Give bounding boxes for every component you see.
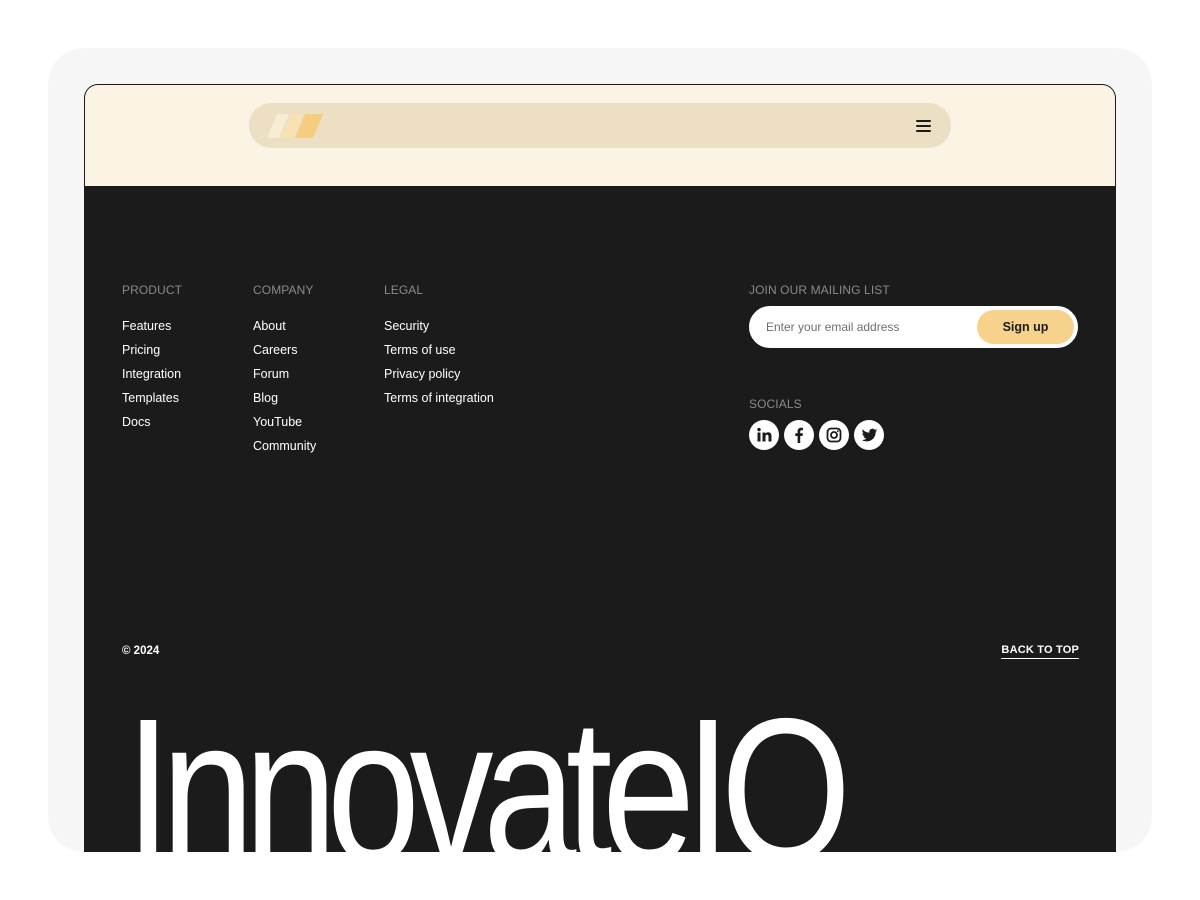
footer-link-careers[interactable]: Careers — [253, 338, 316, 362]
footer-link-terms-of-use[interactable]: Terms of use — [384, 338, 494, 362]
footer-link-privacy-policy[interactable]: Privacy policy — [384, 362, 494, 386]
column-heading: PRODUCT — [122, 283, 183, 297]
email-input[interactable] — [766, 307, 971, 347]
twitter-icon[interactable] — [854, 420, 884, 450]
footer-link-security[interactable]: Security — [384, 314, 494, 338]
socials-section: SOCIALS — [749, 397, 884, 450]
footer-link-youtube[interactable]: YouTube — [253, 410, 316, 434]
footer-column-product: PRODUCT Features Pricing Integration Tem… — [122, 283, 182, 434]
footer: PRODUCT Features Pricing Integration Tem… — [85, 186, 1115, 852]
instagram-glyph — [826, 427, 842, 443]
slash-stripes-logo[interactable] — [267, 114, 323, 138]
footer-link-pricing[interactable]: Pricing — [122, 338, 182, 362]
footer-link-terms-of-integration[interactable]: Terms of integration — [384, 386, 494, 410]
link-list: Security Terms of use Privacy policy Ter… — [384, 314, 494, 410]
hamburger-line — [915, 125, 931, 127]
browser-viewport: PRODUCT Features Pricing Integration Tem… — [84, 84, 1116, 852]
footer-link-features[interactable]: Features — [122, 314, 182, 338]
footer-link-forum[interactable]: Forum — [253, 362, 316, 386]
social-links — [749, 420, 884, 450]
footer-column-company: COMPANY About Careers Forum Blog YouTube… — [253, 283, 316, 458]
email-signup-form: Sign up — [749, 306, 1078, 348]
footer-link-integration[interactable]: Integration — [122, 362, 182, 386]
navbar — [249, 103, 951, 148]
hamburger-icon[interactable] — [909, 112, 937, 140]
copyright-text: © 2024 — [122, 645, 160, 657]
footer-column-legal: LEGAL Security Terms of use Privacy poli… — [384, 283, 494, 410]
sign-up-button[interactable]: Sign up — [977, 310, 1074, 344]
facebook-glyph — [795, 427, 803, 443]
instagram-icon[interactable] — [819, 420, 849, 450]
brand-wordmark: InnovateIO — [125, 676, 851, 852]
column-heading: LEGAL — [384, 283, 424, 297]
socials-heading: SOCIALS — [749, 397, 802, 411]
footer-link-about[interactable]: About — [253, 314, 316, 338]
link-list: Features Pricing Integration Templates D… — [122, 314, 182, 434]
hamburger-line — [915, 130, 931, 132]
footer-link-community[interactable]: Community — [253, 434, 316, 458]
back-to-top-link[interactable]: BACK TO TOP — [1001, 644, 1079, 659]
linkedin-glyph — [757, 427, 772, 442]
mailing-heading: JOIN OUR MAILING LIST — [749, 283, 890, 297]
facebook-icon[interactable] — [784, 420, 814, 450]
column-heading: COMPANY — [253, 283, 314, 297]
footer-link-blog[interactable]: Blog — [253, 386, 316, 410]
twitter-glyph — [861, 428, 877, 441]
footer-link-docs[interactable]: Docs — [122, 410, 182, 434]
mailing-list-section: JOIN OUR MAILING LIST Sign up — [749, 283, 1079, 348]
link-list: About Careers Forum Blog YouTube Communi… — [253, 314, 316, 458]
header-band — [85, 85, 1115, 186]
linkedin-icon[interactable] — [749, 420, 779, 450]
footer-link-templates[interactable]: Templates — [122, 386, 182, 410]
hamburger-line — [915, 120, 931, 122]
